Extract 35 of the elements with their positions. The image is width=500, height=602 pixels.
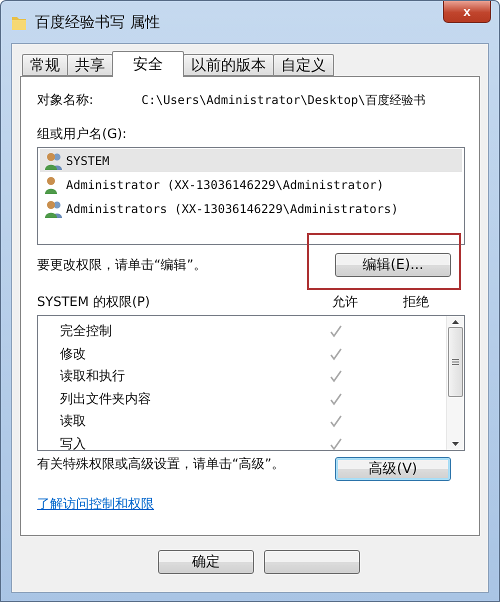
ok-button[interactable]: 确定	[158, 550, 254, 574]
edit-hint: 要更改权限，请单击“编辑”。	[37, 257, 206, 274]
users-label: 组或用户名(G):	[37, 126, 128, 143]
permission-name: 修改	[60, 346, 87, 363]
scroll-thumb[interactable]	[448, 326, 463, 397]
object-name-label: 对象名称:	[37, 92, 94, 109]
user-group-icon	[44, 198, 64, 218]
user-list-item[interactable]: SYSTEM	[40, 149, 462, 172]
permission-name: 完全控制	[60, 323, 113, 340]
close-button[interactable]: x	[443, 1, 491, 23]
permission-name: 列出文件夹内容	[60, 390, 152, 408]
object-path: C:\Users\Administrator\Desktop\百度经验书	[141, 92, 426, 108]
advanced-button[interactable]: 高级(V)	[335, 457, 451, 481]
user-list-item[interactable]: Administrator (XX-13036146229\Administrator)	[40, 173, 462, 196]
tab[interactable]: 自定义	[273, 54, 334, 76]
edit-button[interactable]: 编辑(E)...	[335, 253, 451, 277]
user-group-icon	[44, 150, 64, 170]
permission-name: 读取	[60, 413, 87, 430]
scroll-up-icon	[452, 320, 459, 324]
tab[interactable]: 常规	[22, 54, 68, 76]
advanced-hint: 有关特殊权限或高级设置，请单击“高级”。	[37, 457, 286, 473]
tab[interactable]: 以前的版本	[183, 54, 274, 76]
dialog-button[interactable]	[264, 550, 360, 574]
allow-header: 允许	[331, 294, 359, 311]
deny-header: 拒绝	[402, 294, 430, 311]
user-list-item[interactable]: Administrators (XX-13036146229\Administrators)	[40, 197, 462, 220]
window-title: 百度经验书写 属性	[35, 12, 160, 32]
permissions-label: SYSTEM 的权限(P)	[37, 294, 151, 311]
permission-name: 写入	[60, 436, 87, 450]
permission-name: 读取和执行	[60, 368, 126, 386]
tab[interactable]: 安全	[112, 51, 184, 77]
help-link[interactable]: 了解访问控制和权限	[37, 495, 465, 513]
scrollbar[interactable]	[446, 316, 464, 450]
tab[interactable]: 共享	[67, 54, 113, 76]
scroll-down-icon	[452, 442, 459, 446]
